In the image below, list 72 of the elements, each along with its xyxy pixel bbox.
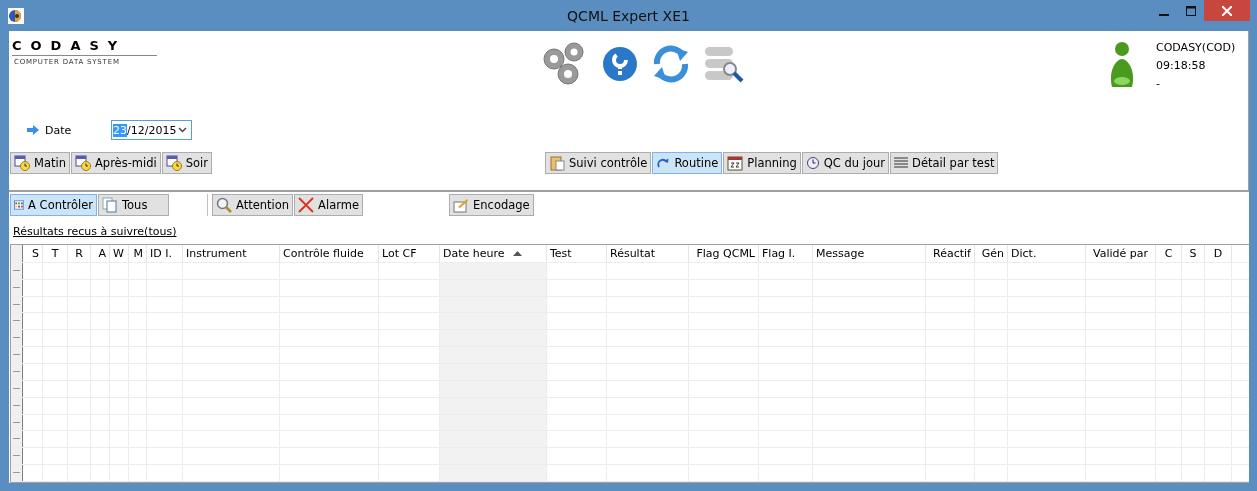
date-label: Date [45,123,73,137]
shift-button[interactable]: Après-midi [70,152,161,174]
pages-icon [102,197,118,213]
column-header[interactable]: C [1156,245,1182,262]
user-status: - [1156,77,1161,90]
column-header[interactable]: ID I. [147,245,183,262]
clock-icon [805,156,820,170]
calendar-clock-icon [165,155,182,171]
close-icon [1222,5,1232,16]
column-header[interactable]: A [91,245,110,262]
row-header[interactable] [11,431,23,448]
cross-icon [298,197,315,213]
filter-tab[interactable]: Tous [98,194,169,216]
filter-tab[interactable]: A Contrôler [10,194,97,216]
row-header[interactable] [11,465,23,481]
user-name: CODASY(COD) [1156,41,1236,54]
column-header[interactable]: Message [813,245,926,262]
calendar-icon [727,155,744,171]
shift-button[interactable]: Matin [10,152,70,174]
results-link[interactable]: Résultats recus à suivre(tous) [13,225,177,238]
sort-up-icon [512,250,522,256]
arrow-right-icon [27,125,39,135]
column-header[interactable]: Date heure [440,245,547,262]
grid-icon [14,198,25,212]
maximize-icon [1185,5,1196,16]
column-header[interactable]: W [110,245,129,262]
row-header[interactable] [11,448,23,465]
column-header[interactable]: S [23,245,43,262]
edit-icon [453,197,469,213]
view-tab[interactable]: Planning [723,152,801,174]
row-header[interactable] [11,364,23,380]
minimize-icon [1159,13,1169,16]
shift-button[interactable]: Soir [161,152,212,174]
view-tab[interactable]: Détail par test [890,152,999,174]
logo-name: CODASY [12,39,157,56]
column-header[interactable]: Contrôle fluide [280,245,379,262]
row-header[interactable] [11,313,23,330]
column-header[interactable]: M [129,245,147,262]
row-header[interactable] [11,330,23,347]
view-tab[interactable]: QC du jour [801,152,890,174]
column-header[interactable]: Flag I. [759,245,813,262]
column-header[interactable]: Dict. [1008,245,1086,262]
column-header[interactable]: R [68,245,91,262]
chevron-down-icon [178,127,187,133]
column-header[interactable]: Réactif [926,245,975,262]
redo-arrow-icon [656,156,671,170]
view-tab[interactable]: Routine [652,152,723,174]
alert-button[interactable]: Alarme [294,194,363,216]
alert-button[interactable]: Attention [212,194,294,216]
column-header[interactable]: T [43,245,68,262]
list-icon [894,157,909,169]
calendar-clock-icon [14,155,30,171]
column-header[interactable]: Flag QCML [689,245,759,262]
clipboard-icon [549,155,565,171]
window-title: QCML Expert XE1 [566,8,691,24]
encode-button[interactable]: Encodage [449,194,534,216]
column-header[interactable]: Lot CF [379,245,440,262]
magnifier-icon [216,197,232,213]
column-header[interactable]: Gén [975,245,1008,262]
column-header[interactable]: Résultat [607,245,689,262]
view-tab[interactable]: Suivi contrôle [545,152,652,174]
app-icon [8,7,24,24]
column-header[interactable]: S [1182,245,1205,262]
close-button[interactable] [1204,0,1250,21]
column-header[interactable]: D [1205,245,1232,262]
date-picker[interactable]: 23/12/2015 [111,120,192,140]
row-header[interactable] [11,347,23,363]
column-header[interactable]: Validé par [1086,245,1156,262]
column-header[interactable]: Test [547,245,607,262]
column-header[interactable]: Instrument [183,245,280,262]
user-time: 09:18:58 [1156,59,1207,72]
calendar-clock-icon [74,155,91,171]
